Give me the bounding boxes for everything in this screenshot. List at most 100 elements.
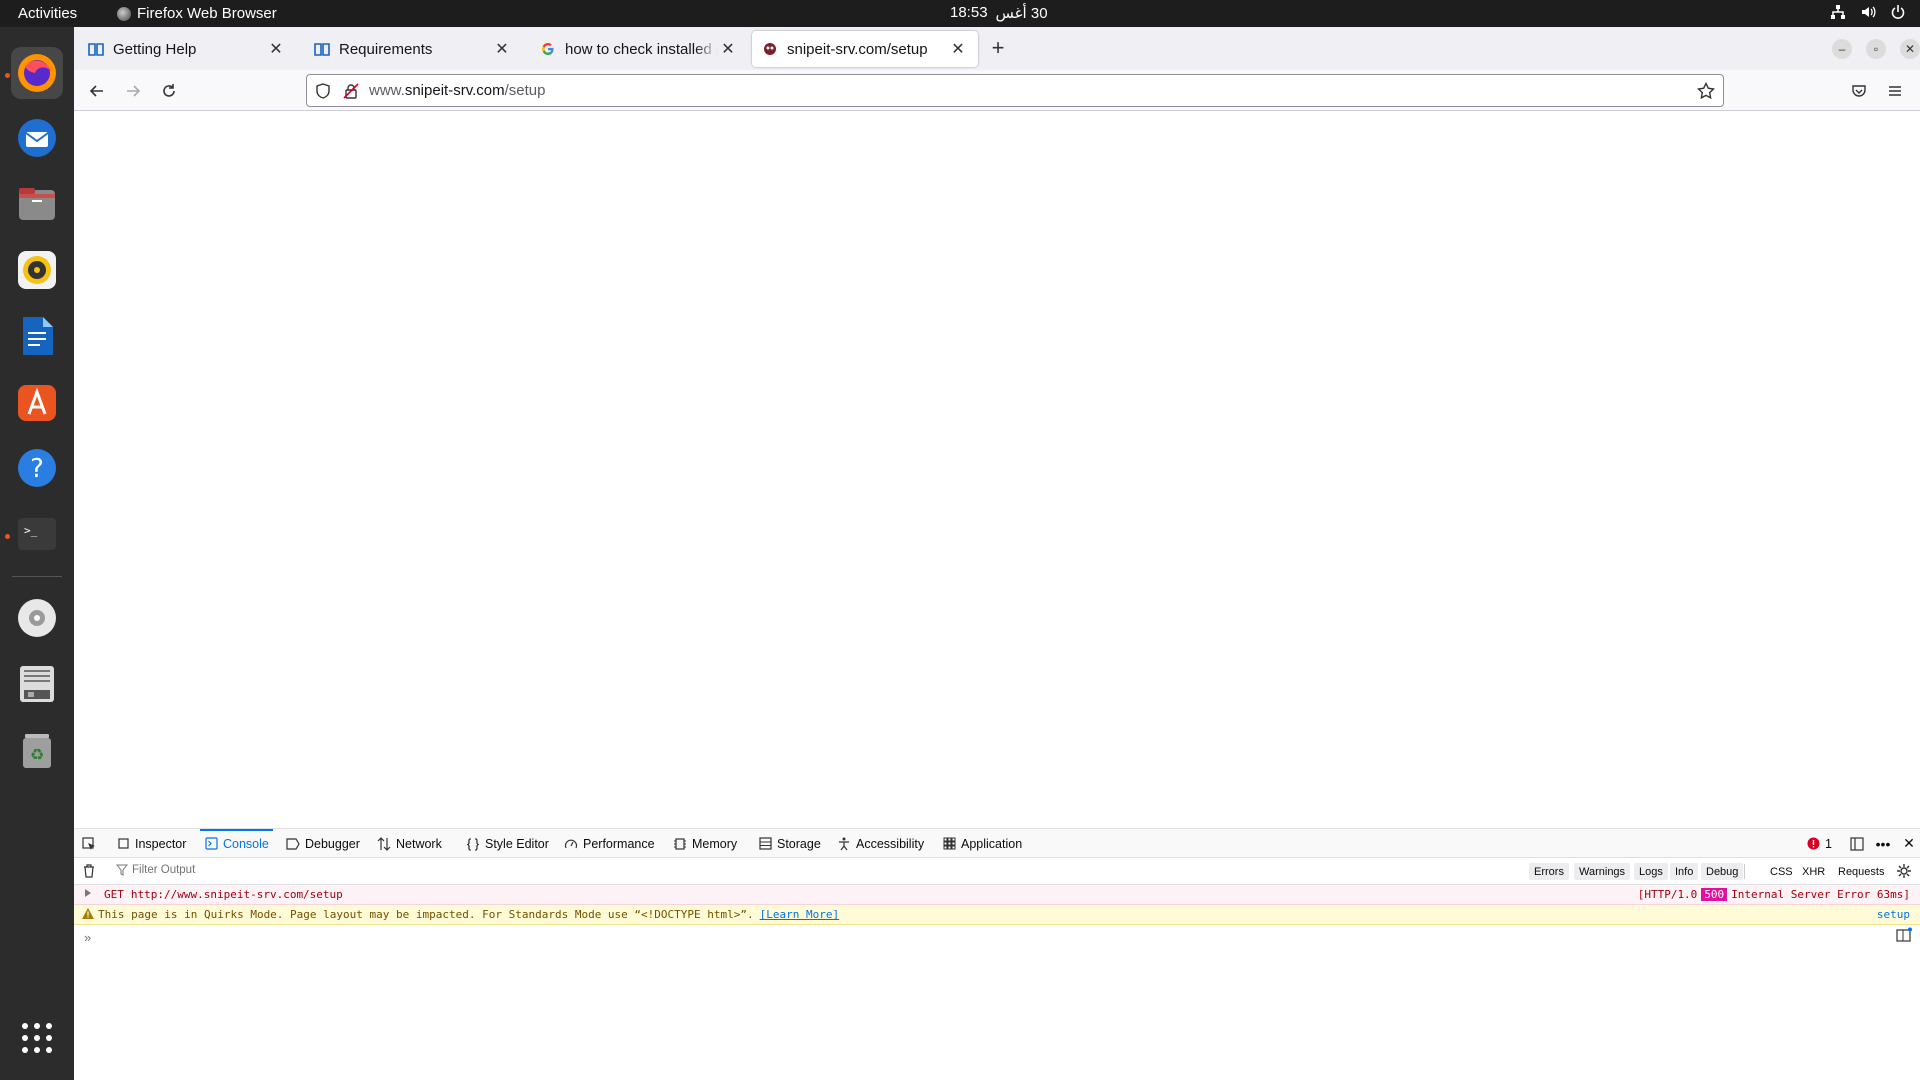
tab-accessibility[interactable]: Accessibility	[837, 829, 924, 858]
browser-window: Getting Help ✕ Requirements ✕ how to che…	[74, 27, 1920, 1080]
close-icon[interactable]: ✕	[266, 39, 286, 59]
nav-bar: www.snipeit-srv.com/setup	[74, 70, 1920, 111]
pocket-button[interactable]	[1846, 78, 1872, 104]
console-error-message[interactable]: GET http://www.snipeit-srv.com/setup [HT…	[74, 885, 1920, 905]
tab-requirements[interactable]: Requirements ✕	[304, 31, 522, 67]
insecure-lock-icon[interactable]	[343, 83, 359, 99]
bookmark-star-icon[interactable]	[1697, 82, 1715, 100]
doc-icon	[314, 41, 330, 57]
filter-warnings-button[interactable]: Warnings	[1574, 863, 1631, 880]
request-url[interactable]: http://www.snipeit-srv.com/setup	[131, 888, 343, 901]
firefox-small-icon	[117, 6, 131, 21]
filter-xhr-button[interactable]: XHR	[1802, 863, 1825, 880]
console-input[interactable]: »	[74, 926, 1920, 948]
close-devtools-button[interactable]: ✕	[1902, 829, 1916, 858]
writer-icon[interactable]	[11, 310, 63, 362]
terminal-icon[interactable]: >_	[11, 508, 63, 560]
devtools-tab-bar: Inspector Console Debugger Network { } S…	[74, 829, 1920, 858]
tab-how-to-check[interactable]: how to check installed ph ✕	[530, 31, 748, 67]
storage-icon	[758, 837, 772, 851]
element-picker-button[interactable]	[82, 829, 96, 858]
filter-output-input[interactable]: Filter Output	[132, 864, 195, 876]
dock-separator	[12, 576, 62, 577]
minimize-icon[interactable]: –	[1832, 39, 1852, 59]
tab-memory[interactable]: Memory	[673, 829, 737, 858]
dock-side-icon	[1850, 836, 1864, 851]
dock-side-button[interactable]	[1850, 829, 1864, 858]
url-bar[interactable]: www.snipeit-srv.com/setup	[306, 74, 1724, 107]
close-icon[interactable]: ✕	[948, 39, 968, 59]
error-count-badge[interactable]: 1	[1806, 829, 1832, 858]
request-status: [HTTP/1.0 500 Internal Server Error 63ms…	[1637, 888, 1910, 901]
tab-network[interactable]: Network	[377, 829, 442, 858]
learn-more-link[interactable]: [Learn More]	[760, 908, 839, 921]
tab-getting-help[interactable]: Getting Help ✕	[78, 31, 296, 67]
tab-storage[interactable]: Storage	[758, 829, 821, 858]
restore-icon[interactable]: ▫	[1866, 39, 1886, 59]
rhythmbox-icon[interactable]	[11, 244, 63, 296]
filter-info-button[interactable]: Info	[1670, 863, 1699, 880]
tab-performance[interactable]: Performance	[564, 829, 655, 858]
tab-label: how to check installed ph	[565, 40, 718, 58]
show-apps-icon[interactable]	[11, 1012, 63, 1064]
tab-debugger[interactable]: Debugger	[286, 829, 360, 858]
running-indicator	[5, 534, 10, 539]
devtools-options-button[interactable]: •••	[1876, 829, 1891, 858]
files-icon[interactable]	[11, 178, 63, 230]
app-menu[interactable]: Firefox Web Browser	[117, 5, 277, 22]
debugger-icon	[286, 837, 300, 851]
app-center-icon[interactable]	[11, 376, 63, 428]
close-window-icon[interactable]: ✕	[1900, 39, 1920, 59]
help-icon[interactable]: ?	[11, 442, 63, 494]
menu-button[interactable]	[1882, 78, 1908, 104]
back-button[interactable]	[84, 78, 110, 104]
firefox-icon[interactable]	[11, 47, 63, 99]
new-tab-button[interactable]: +	[986, 37, 1010, 61]
status-badge: 500	[1701, 888, 1728, 901]
warning-source-link[interactable]: setup	[1877, 908, 1910, 921]
clear-console-button[interactable]	[82, 863, 96, 882]
console-settings-button[interactable]	[1896, 863, 1912, 882]
filter-css-button[interactable]: CSS	[1770, 863, 1793, 880]
activities-button[interactable]: Activities	[18, 5, 77, 22]
tab-inspector[interactable]: Inspector	[116, 829, 186, 858]
clock-time: 18:53	[950, 4, 988, 21]
volume-icon	[1862, 6, 1876, 18]
prompt-chevron-icon: »	[84, 929, 92, 945]
network-icon	[1831, 5, 1845, 19]
dvd-icon[interactable]	[11, 592, 63, 644]
filter-debug-button[interactable]: Debug	[1701, 863, 1744, 880]
filter-requests-button[interactable]: Requests	[1838, 863, 1884, 880]
doc-icon	[88, 41, 104, 57]
site-icon	[762, 41, 778, 57]
filter-logs-button[interactable]: Logs	[1634, 863, 1668, 880]
filter-errors-button[interactable]: Errors	[1529, 863, 1569, 880]
accessibility-icon	[837, 837, 851, 851]
console-icon	[204, 837, 218, 851]
clock-date: 30 أغس	[995, 5, 1048, 22]
devtools-panel: Inspector Console Debugger Network { } S…	[74, 828, 1920, 1080]
svg-text:♻: ♻	[30, 745, 44, 764]
reload-button[interactable]	[156, 78, 182, 104]
tab-application[interactable]: Application	[942, 829, 1022, 858]
network-arrows-icon	[377, 836, 391, 851]
arrow-right-icon	[127, 85, 141, 97]
editor-mode-button[interactable]	[1896, 927, 1912, 948]
clock[interactable]: 18:53 30 أغس	[950, 4, 1048, 22]
thunderbird-icon[interactable]	[11, 112, 63, 164]
warning-text: This page is in Quirks Mode. Page layout…	[98, 908, 754, 921]
close-icon[interactable]: ✕	[718, 39, 738, 59]
dock: ? >_ ♻	[0, 27, 74, 1080]
page-content	[74, 111, 1920, 828]
system-tray[interactable]	[1830, 4, 1906, 20]
shield-icon[interactable]	[315, 83, 331, 99]
trash-icon[interactable]: ♻	[11, 724, 63, 776]
tab-style-editor[interactable]: { } Style Editor	[466, 829, 549, 858]
disk-image-icon[interactable]	[11, 658, 63, 710]
tab-console[interactable]: Console	[200, 829, 273, 858]
close-icon[interactable]: ✕	[492, 39, 512, 59]
forward-button[interactable]	[120, 78, 146, 104]
tab-snipeit-setup[interactable]: snipeit-srv.com/setup ✕	[752, 31, 978, 67]
split-editor-icon	[1896, 927, 1912, 942]
expand-arrow-icon[interactable]	[84, 888, 98, 901]
